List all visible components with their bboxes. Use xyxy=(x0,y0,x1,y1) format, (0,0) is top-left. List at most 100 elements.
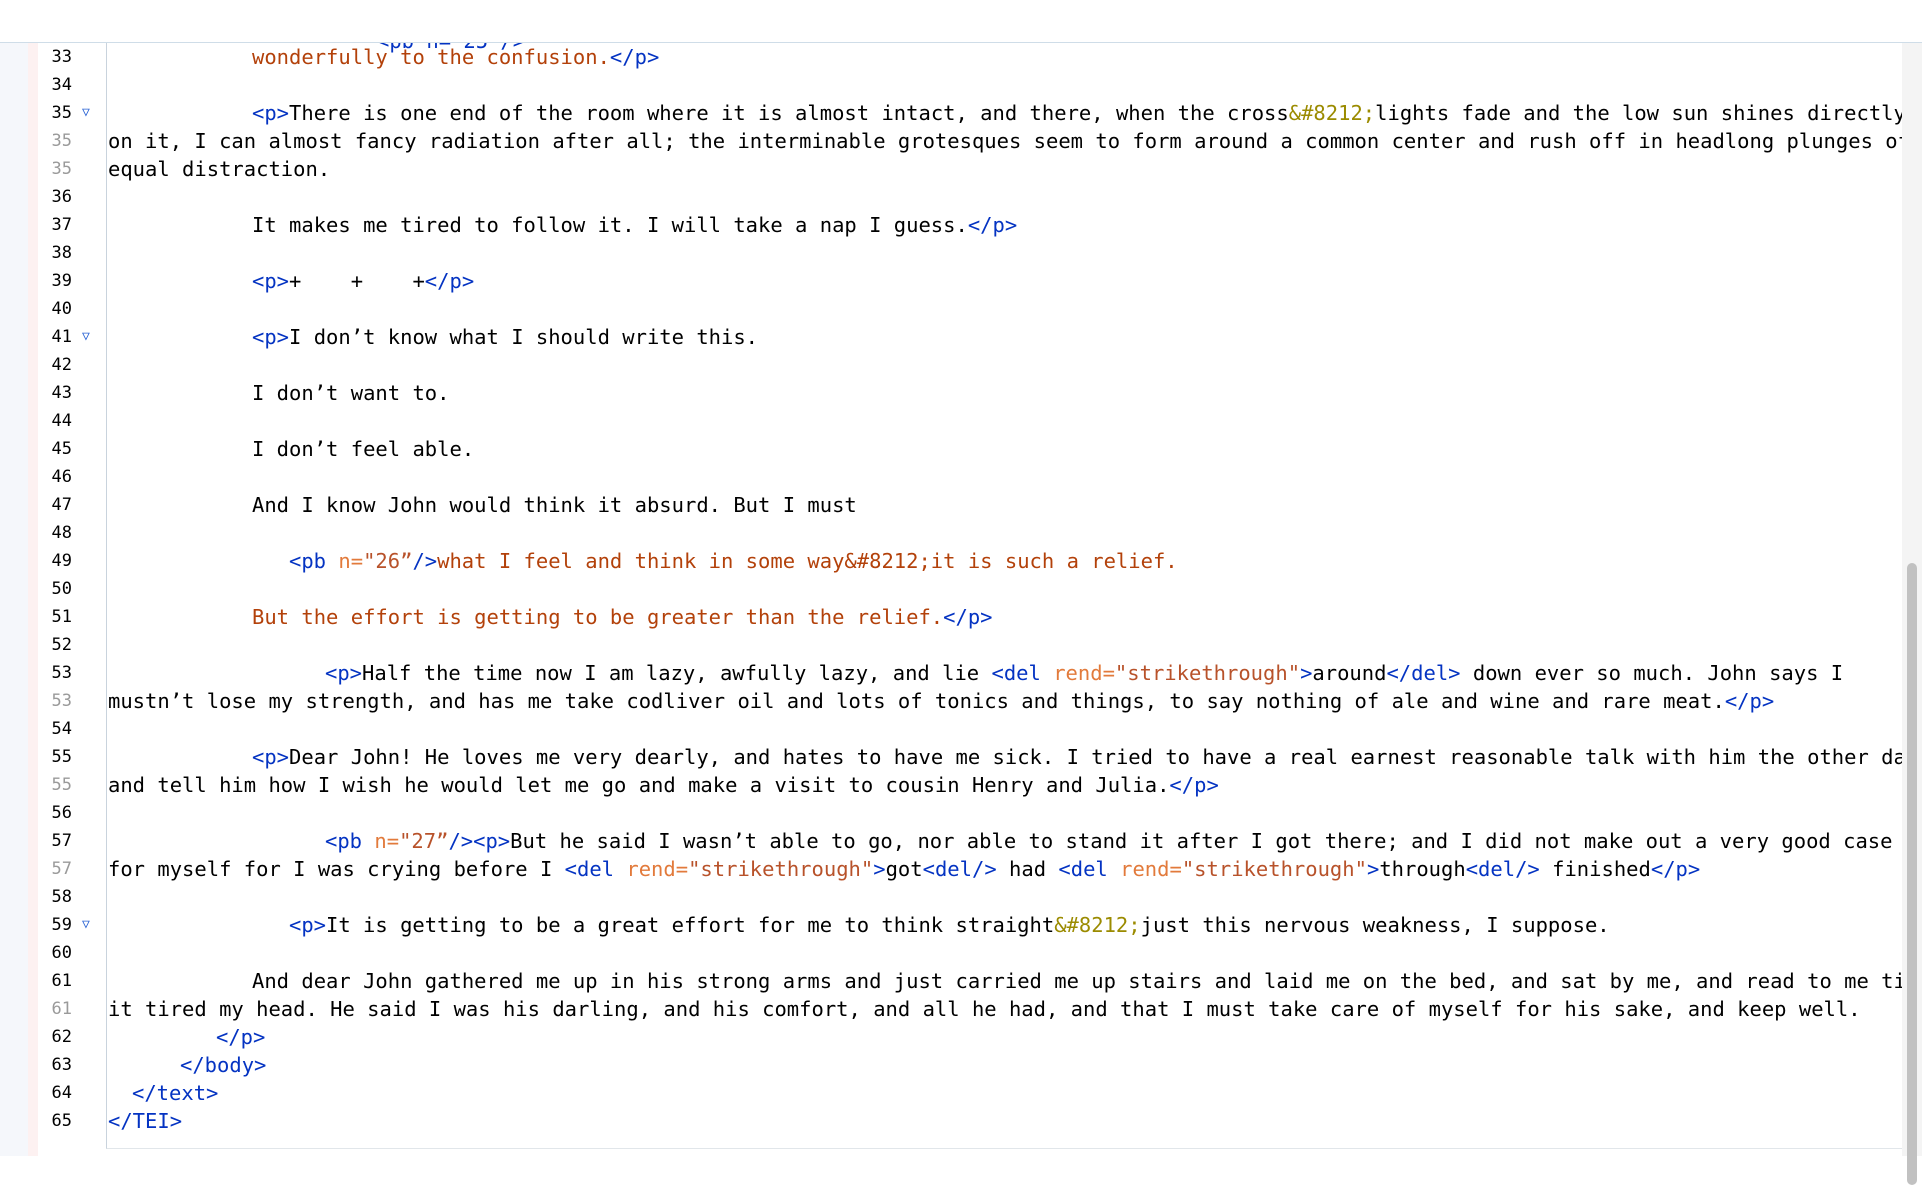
xml-tag: </p> xyxy=(1169,773,1219,797)
closing-p-tag[interactable]: </p> xyxy=(216,1023,265,1051)
line-number: 59 xyxy=(51,915,72,935)
xml-tag: </p> xyxy=(967,213,1018,237)
xml-attribute-value: "strikethrough" xyxy=(688,857,874,881)
line-number: 35 xyxy=(51,159,72,179)
xml-attribute-value: "strikethrough" xyxy=(1181,857,1367,881)
code-line[interactable]: <p>I don’t know what I should write this… xyxy=(252,323,758,351)
code-line[interactable]: <p>+ + +</p> xyxy=(252,267,474,295)
line-number: 51 xyxy=(51,607,72,627)
xml-tag: </p> xyxy=(943,605,993,629)
line-number: 53 xyxy=(51,691,72,711)
xml-attribute: n= xyxy=(374,829,400,853)
code-line[interactable]: And I know John would think it absurd. B… xyxy=(252,491,857,519)
code-text: what I feel and think in some way&#8212;… xyxy=(437,549,1178,573)
closing-body-tag[interactable]: </body> xyxy=(180,1051,266,1079)
line-number: 56 xyxy=(51,803,72,823)
code-line-wrap[interactable]: on it, I can almost fancy radiation afte… xyxy=(108,127,1902,155)
vertical-scrollbar[interactable] xyxy=(1902,43,1922,1185)
editor-toolbar xyxy=(0,0,1922,43)
code-editor[interactable]: <pb n="25"/> wonderfully to the confusio… xyxy=(106,43,1902,1149)
line-number: 39 xyxy=(51,271,72,291)
fold-triangle-icon[interactable]: ▽ xyxy=(82,99,90,127)
code-text: mustn’t lose my strength, and has me tak… xyxy=(108,689,1725,713)
xml-attribute: n= xyxy=(338,549,364,573)
gutter-margin xyxy=(0,43,28,1156)
line-number: 43 xyxy=(51,383,72,403)
line-number: 57 xyxy=(51,859,72,879)
code-line-wrap[interactable]: mustn’t lose my strength, and has me tak… xyxy=(108,687,1774,715)
xml-attribute-value: "strikethrough" xyxy=(1114,661,1301,685)
code-text: got xyxy=(885,857,923,881)
code-line[interactable]: <pb n="26”/>what I feel and think in som… xyxy=(289,547,1178,575)
line-number: 48 xyxy=(51,523,72,543)
fold-triangle-icon[interactable]: ▽ xyxy=(82,911,90,939)
code-text: But the effort is getting to be greater … xyxy=(252,605,944,629)
code-text: down ever so much. John says I xyxy=(1460,661,1844,685)
code-text: I don’t know what I should write this. xyxy=(289,325,759,349)
line-number: 65 xyxy=(51,1111,72,1131)
scrollbar-thumb[interactable] xyxy=(1907,563,1917,1185)
line-number: 44 xyxy=(51,411,72,431)
code-text: Dear John! He loves me very dearly, and … xyxy=(289,745,1902,769)
line-number: 47 xyxy=(51,495,72,515)
xml-tag: /> xyxy=(448,829,474,853)
code-text: lights fade and the low sun shines direc… xyxy=(1375,101,1902,125)
xml-entity: &#8212; xyxy=(1288,101,1376,125)
code-text: and tell him how I wish he would let me … xyxy=(108,773,1170,797)
xml-tag: <pb xyxy=(325,829,375,853)
line-number: 38 xyxy=(51,243,72,263)
change-marker-strip xyxy=(28,43,38,1156)
code-line[interactable]: <p>It is getting to be a great effort fo… xyxy=(289,911,1610,939)
code-line-wrap[interactable]: it tired my head. He said I was his darl… xyxy=(108,995,1861,1023)
line-number: 61 xyxy=(51,999,72,1019)
xml-tag: <p> xyxy=(325,661,363,685)
xml-attribute: rend= xyxy=(626,857,689,881)
code-line[interactable]: <p>Half the time now I am lazy, awfully … xyxy=(325,659,1843,687)
line-number: 64 xyxy=(51,1083,72,1103)
xml-tag: <pb xyxy=(289,549,339,573)
xml-tag: > xyxy=(1366,857,1380,881)
line-number: 33 xyxy=(51,47,72,67)
code-text: for myself for I was crying before I xyxy=(108,857,565,881)
code-line[interactable]: <p>Dear John! He loves me very dearly, a… xyxy=(252,743,1902,771)
line-number: 62 xyxy=(51,1027,72,1047)
code-line-wrap[interactable]: and tell him how I wish he would let me … xyxy=(108,771,1219,799)
xml-tag: <p> xyxy=(473,829,511,853)
code-line[interactable]: It makes me tired to follow it. I will t… xyxy=(252,211,1017,239)
code-line[interactable]: wonderfully to the confusion.</p> xyxy=(252,43,659,71)
code-line[interactable]: I don’t want to. xyxy=(252,379,449,407)
line-number: 60 xyxy=(51,943,72,963)
code-line[interactable]: And dear John gathered me up in his stro… xyxy=(252,967,1902,995)
xml-attribute-value: "27” xyxy=(399,829,449,853)
closing-tei-tag[interactable]: </TEI> xyxy=(108,1107,182,1135)
xml-tag: <p> xyxy=(289,913,327,937)
code-line[interactable]: <p>There is one end of the room where it… xyxy=(252,99,1902,127)
line-number: 50 xyxy=(51,579,72,599)
xml-entity: &#8212; xyxy=(1054,913,1141,937)
xml-tag: </p> xyxy=(424,269,475,293)
code-text: It makes me tired to follow it. I will t… xyxy=(252,213,968,237)
line-number: 61 xyxy=(51,971,72,991)
fold-triangle-icon[interactable]: ▽ xyxy=(82,323,90,351)
line-number: 37 xyxy=(51,215,72,235)
code-line[interactable]: But the effort is getting to be greater … xyxy=(252,603,993,631)
code-text: Half the time now I am lazy, awfully laz… xyxy=(362,661,992,685)
code-line[interactable]: <pb n="27”/><p>But he said I wasn’t able… xyxy=(325,827,1892,855)
xml-tag: <p> xyxy=(252,325,290,349)
code-text: just this nervous weakness, I suppose. xyxy=(1140,913,1610,937)
line-number: 40 xyxy=(51,299,72,319)
xml-tag: > xyxy=(873,857,886,881)
xml-tag: </p> xyxy=(1650,857,1701,881)
code-line-wrap[interactable]: equal distraction. xyxy=(108,155,330,183)
code-line[interactable]: I don’t feel able. xyxy=(252,435,474,463)
closing-text-tag[interactable]: </text> xyxy=(132,1079,218,1107)
xml-tag: <del/> xyxy=(922,857,997,881)
code-text: had xyxy=(996,857,1059,881)
xml-tag: <p> xyxy=(252,101,290,125)
line-number-gutter: 33 34 35 ▽ 35 35 36 37 38 39 40 41 ▽ 42 … xyxy=(38,43,106,1156)
line-number: 49 xyxy=(51,551,72,571)
line-number: 34 xyxy=(51,75,72,95)
xml-attribute-value: "26” xyxy=(363,549,413,573)
code-text: finished xyxy=(1539,857,1651,881)
code-line-wrap[interactable]: for myself for I was crying before I <de… xyxy=(108,855,1700,883)
